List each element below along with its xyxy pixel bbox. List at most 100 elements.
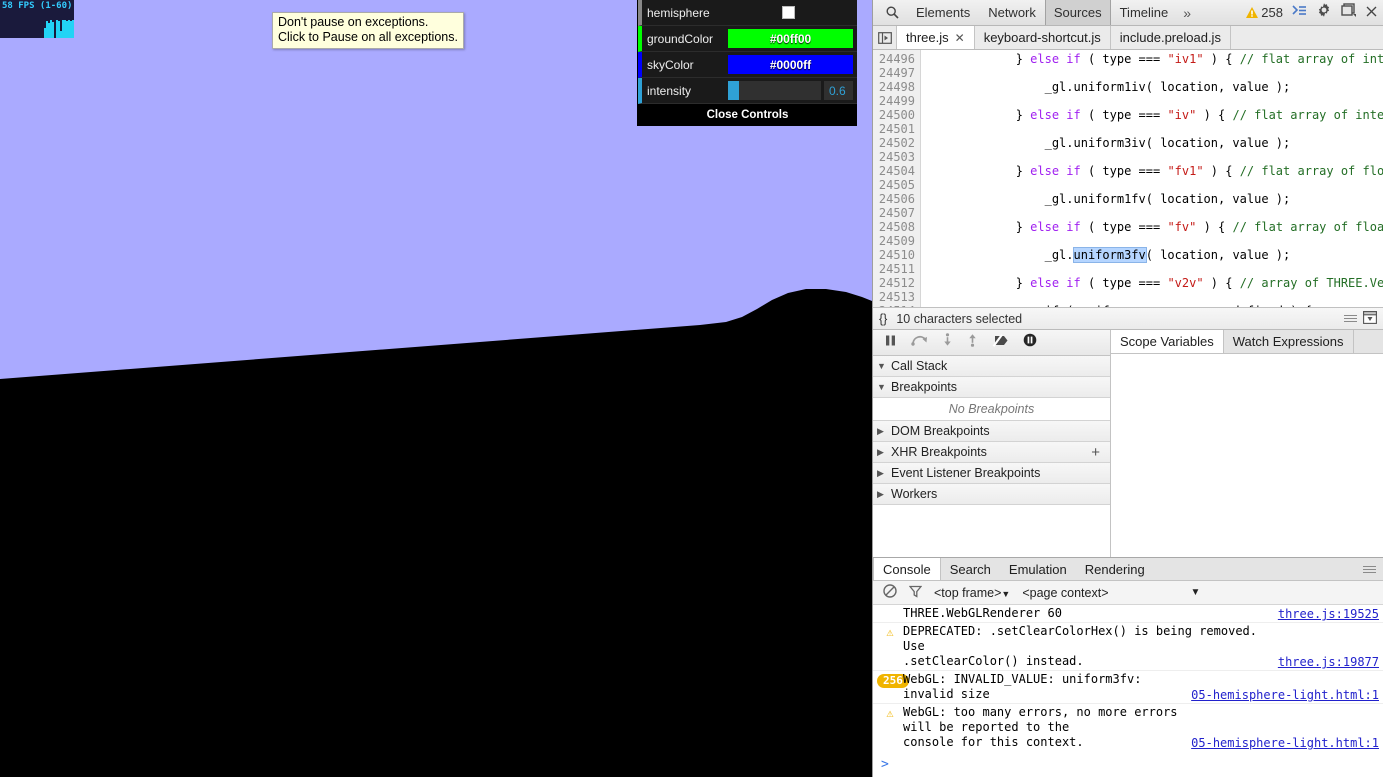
code-line[interactable]: if ( uniform._array === undefined ) {	[929, 304, 1383, 307]
code-line[interactable]: _gl.uniform1fv( location, value );	[929, 192, 1383, 206]
code-line[interactable]: } else if ( type === "fv1" ) { // flat a…	[929, 164, 1383, 178]
intensity-value[interactable]: 0.6	[824, 81, 853, 100]
console-message[interactable]: THREE.WebGLRenderer 60 three.js:19525	[873, 605, 1383, 623]
source-link[interactable]: three.js:19525	[1270, 607, 1379, 621]
intensity-slider[interactable]	[728, 81, 821, 100]
deactivate-breakpoints-button[interactable]	[992, 333, 1009, 352]
line-number: 24500	[878, 108, 915, 122]
console-message[interactable]: 256 WebGL: INVALID_VALUE: uniform3fv: inv…	[873, 671, 1383, 704]
code-line[interactable]: } else if ( type === "fv" ) { // flat ar…	[929, 220, 1383, 234]
console-prompt[interactable]: >	[873, 751, 1383, 777]
tab-search[interactable]: Search	[941, 558, 1000, 580]
devtools-toolbar: Elements Network Sources Timeline » 258	[873, 0, 1383, 26]
line-number: 24507	[878, 206, 915, 220]
section-xhr-breakpoints[interactable]: ▶ XHR Breakpoints +	[873, 442, 1110, 463]
tab-timeline[interactable]: Timeline	[1111, 0, 1178, 25]
code-line[interactable]	[929, 178, 1383, 192]
step-over-button[interactable]	[911, 334, 928, 352]
hemisphere-control[interactable]	[726, 0, 857, 25]
panel-toggle-icon[interactable]	[1363, 310, 1377, 327]
tab-emulation[interactable]: Emulation	[1000, 558, 1076, 580]
datgui-row-skycolor[interactable]: skyColor #0000ff	[638, 52, 857, 78]
chevron-down-icon: ▼	[877, 361, 886, 371]
code-line[interactable]: _gl.uniform3fv( location, value );	[929, 247, 1383, 263]
tab-elements[interactable]: Elements	[907, 0, 979, 25]
navigator-toggle-icon[interactable]	[873, 26, 897, 49]
tab-console[interactable]: Console	[873, 558, 941, 580]
more-tabs-button[interactable]: »	[1177, 5, 1197, 21]
groundcolor-swatch[interactable]: #00ff00	[728, 29, 853, 48]
source-link[interactable]: 05-hemisphere-light.html:1	[1183, 688, 1379, 702]
code-line[interactable]	[929, 262, 1383, 276]
datgui-panel[interactable]: hemisphere groundColor #00ff00 skyColor …	[637, 0, 857, 126]
hamburger-icon[interactable]	[1344, 313, 1357, 324]
source-code-content[interactable]: } else if ( type === "iv1" ) { // flat a…	[921, 50, 1383, 307]
section-label: Event Listener Breakpoints	[891, 466, 1041, 480]
code-line[interactable]: _gl.uniform3iv( location, value );	[929, 136, 1383, 150]
code-line[interactable]	[929, 122, 1383, 136]
fps-stats-panel[interactable]: 58 FPS (1-60)	[0, 0, 74, 38]
datgui-row-groundcolor[interactable]: groundColor #00ff00	[638, 26, 857, 52]
hamburger-icon[interactable]	[1363, 564, 1376, 575]
code-line[interactable]: } else if ( type === "iv1" ) { // flat a…	[929, 52, 1383, 66]
console-message[interactable]: ⚠ WebGL: too many errors, no more errors …	[873, 704, 1383, 751]
console-message[interactable]: ⚠ DEPRECATED: .setClearColorHex() is bein…	[873, 623, 1383, 671]
side-pane-content	[1111, 354, 1383, 557]
section-call-stack[interactable]: ▼ Call Stack	[873, 356, 1110, 377]
section-event-listener-breakpoints[interactable]: ▶ Event Listener Breakpoints	[873, 463, 1110, 484]
code-line[interactable]	[929, 206, 1383, 220]
code-line[interactable]	[929, 290, 1383, 304]
step-into-button[interactable]	[942, 333, 953, 352]
tab-rendering[interactable]: Rendering	[1076, 558, 1154, 580]
search-icon[interactable]	[877, 6, 907, 19]
line-number: 24504	[878, 164, 915, 178]
dock-icon[interactable]	[1341, 3, 1357, 22]
add-xhr-breakpoint-button[interactable]: +	[1091, 444, 1106, 461]
source-link[interactable]: three.js:19877	[1270, 655, 1379, 669]
pause-resume-button[interactable]	[884, 334, 897, 352]
source-code-editor[interactable]: 24496 24497 24498 24499 24500 24501 24502 24503…	[873, 50, 1383, 308]
skycolor-swatch[interactable]: #0000ff	[728, 55, 853, 74]
close-icon[interactable]: ✕	[955, 31, 965, 45]
log-level-selector[interactable]: ▼	[1191, 587, 1201, 598]
close-controls-button[interactable]: Close Controls	[638, 104, 857, 126]
tab-watch-expressions[interactable]: Watch Expressions	[1224, 330, 1354, 353]
console-message-list[interactable]: THREE.WebGLRenderer 60 three.js:19525 ⚠ DEP…	[873, 605, 1383, 751]
intensity-control[interactable]: 0.6	[726, 78, 857, 103]
datgui-row-intensity[interactable]: intensity 0.6	[638, 78, 857, 104]
code-line[interactable]	[929, 150, 1383, 164]
code-line[interactable]: } else if ( type === "v2v" ) { // array …	[929, 276, 1383, 290]
skycolor-control[interactable]: #0000ff	[726, 52, 857, 77]
clear-console-icon[interactable]	[883, 584, 897, 601]
source-link[interactable]: 05-hemisphere-light.html:1	[1183, 736, 1379, 750]
pause-on-exceptions-button[interactable]	[1023, 333, 1037, 352]
close-icon[interactable]	[1366, 4, 1377, 22]
code-line[interactable]: _gl.uniform1iv( location, value );	[929, 80, 1383, 94]
datgui-row-hemisphere[interactable]: hemisphere	[638, 0, 857, 26]
tab-sources[interactable]: Sources	[1044, 0, 1111, 25]
context-selector[interactable]: <page context>	[1022, 586, 1108, 600]
section-dom-breakpoints[interactable]: ▶ DOM Breakpoints	[873, 421, 1110, 442]
warning-count-badge[interactable]: 258	[1246, 5, 1283, 20]
step-out-button[interactable]	[967, 333, 978, 352]
tab-scope-variables[interactable]: Scope Variables	[1111, 330, 1224, 353]
code-line[interactable]	[929, 234, 1383, 248]
code-line[interactable]: } else if ( type === "iv" ) { // flat ar…	[929, 108, 1383, 122]
frame-selector[interactable]: <top frame>▼	[934, 586, 1010, 600]
hemisphere-checkbox[interactable]	[782, 6, 795, 19]
file-tab-keyboard-shortcut-js[interactable]: keyboard-shortcut.js	[975, 26, 1111, 49]
file-tab-three-js[interactable]: three.js ✕	[897, 26, 975, 49]
code-line[interactable]	[929, 94, 1383, 108]
line-number: 24506	[878, 192, 915, 206]
tab-network[interactable]: Network	[979, 0, 1045, 25]
gear-icon[interactable]	[1316, 2, 1332, 23]
pretty-print-icon[interactable]: {}	[879, 312, 887, 326]
groundcolor-control[interactable]: #00ff00	[726, 26, 857, 51]
code-line[interactable]	[929, 66, 1383, 80]
webgl-page-viewport[interactable]: 58 FPS (1-60) Don't pause on exceptions.…	[0, 0, 872, 777]
filter-icon[interactable]	[908, 585, 923, 601]
section-breakpoints[interactable]: ▼ Breakpoints	[873, 377, 1110, 398]
section-workers[interactable]: ▶ Workers	[873, 484, 1110, 505]
file-tab-include-preload-js[interactable]: include.preload.js	[1111, 26, 1231, 49]
console-drawer-icon[interactable]	[1292, 4, 1307, 22]
